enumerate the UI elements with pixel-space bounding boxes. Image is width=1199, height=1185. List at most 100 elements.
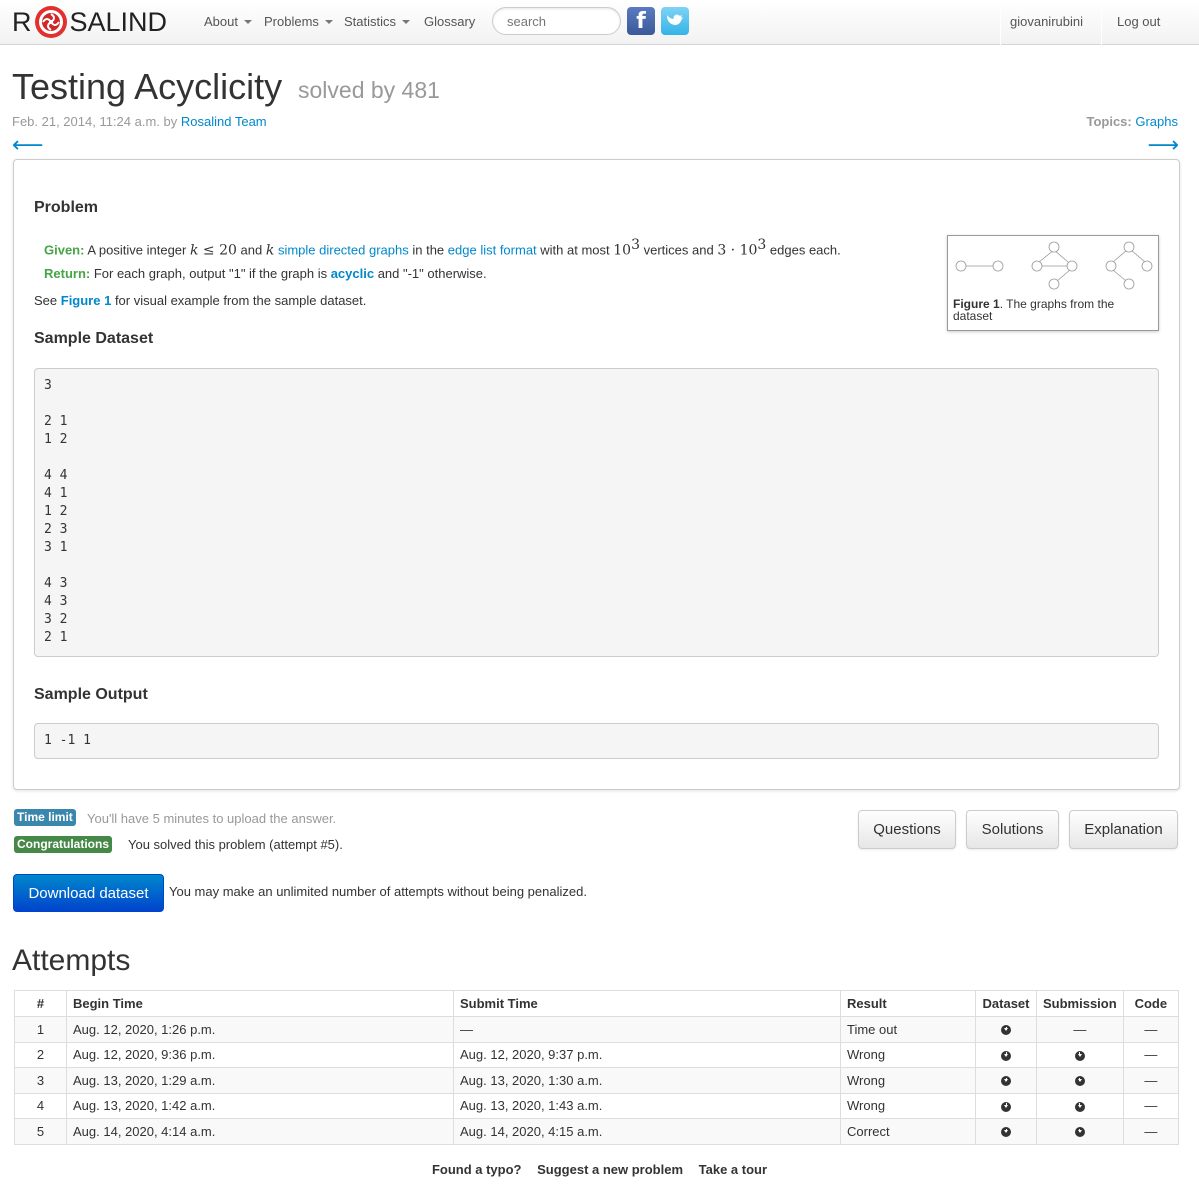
edge-list-format-link[interactable]: edge list format [448,242,537,257]
attempt-begin-time: Aug. 12, 2020, 1:26 p.m. [66,1016,454,1043]
download-dataset-button[interactable]: Download dataset [13,874,164,912]
download-circle-icon[interactable] [1074,1101,1085,1112]
nav-username[interactable]: giovanirubini [1010,14,1083,29]
attempt-result: Wrong [840,1067,976,1094]
download-circle-icon[interactable] [1001,1101,1011,1112]
download-circle-icon[interactable] [1074,1127,1085,1138]
attempt-row: 5 Aug. 14, 2020, 4:14 a.m. Aug. 14, 2020, … [14,1118,1180,1145]
return-text-2: and "-1" otherwise. [374,266,487,281]
sample-dataset-block[interactable]: 3 2 1 1 2 4 4 4 1 1 2 2 3 3 1 4 3 4 3 3 2 2 1 [34,368,1159,657]
given-math-exp: 3 [631,237,640,253]
time-limit-text: You'll have 5 minutes to upload the answ… [87,811,337,826]
download-circle-icon[interactable] [1001,1076,1011,1087]
download-circle-icon[interactable] [1001,1050,1011,1061]
attempt-submission [1036,1067,1124,1094]
return-line: Return: For each graph, output "1" if th… [44,266,487,281]
problem-heading: Problem [34,199,99,216]
nav-about[interactable]: About [204,14,252,29]
figure-1-link[interactable]: Figure 1 [61,293,112,308]
nav-glossary-label: Glossary [424,14,476,29]
congratulations-text: You solved this problem (attempt #5). [128,837,343,852]
sample-dataset-line: 3 1 [44,540,68,555]
given-text-with: with at most [536,242,614,258]
attempt-submit-time: Aug. 13, 2020, 1:30 a.m. [453,1067,841,1094]
figure-1[interactable]: Figure 1. The graphs from the dataset [947,235,1159,331]
download-circle-icon[interactable] [1074,1076,1085,1087]
simple-directed-graphs-link[interactable]: simple directed graphs [278,242,409,257]
acyclic-link[interactable]: acyclic [331,266,374,281]
attempt-dataset [975,1092,1037,1119]
rose-logo-icon [34,6,67,38]
suggest-problem-link[interactable]: Suggest a new problem [537,1162,683,1177]
twitter-icon[interactable] [661,7,689,35]
attempt-submit-time: Aug. 14, 2020, 4:15 a.m. [453,1118,841,1145]
take-tour-link[interactable]: Take a tour [699,1162,767,1177]
given-text-vertices: vertices and [639,242,718,258]
attempts-heading: Attempts [12,944,131,977]
explanation-button[interactable]: Explanation [1069,810,1178,849]
given-math-10: 10 [613,242,632,259]
attempt-result: Wrong [840,1092,976,1119]
attempt-row: 3 Aug. 13, 2020, 1:29 a.m. Aug. 13, 2020, … [14,1067,1180,1094]
attempt-code: — [1122,1016,1180,1043]
topics: Topics: Graphs [1086,114,1178,129]
given-text-in: in the [408,242,448,258]
attempt-code: — [1122,1067,1180,1094]
logout-link[interactable]: Log out [1117,14,1160,29]
download-circle-icon[interactable] [1001,1025,1011,1036]
time-limit-badge: Time limit [14,809,76,826]
topic-link-graphs[interactable]: Graphs [1135,114,1178,129]
attempt-number: 4 [14,1092,67,1119]
download-circle-icon[interactable] [1074,1050,1085,1061]
attempts-table: # Begin Time Submit Time Result Dataset … [14,990,1180,1145]
col-result: Result [840,990,976,1017]
nav-divider [1000,0,1001,45]
top-navbar: R SALIND About Problems Statistics Gloss… [0,0,1199,45]
caret-down-icon [243,20,252,24]
attempt-submission [1036,1041,1124,1068]
prev-problem-arrow-icon[interactable]: ⟵ [12,132,44,158]
nav-problems[interactable]: Problems [264,14,333,29]
nav-statistics[interactable]: Statistics [344,14,411,29]
attempt-dataset [975,1041,1037,1068]
logo-text-left: R [12,6,32,37]
given-math-k2: k [265,242,275,259]
sample-dataset-line: 1 2 [44,432,68,447]
see-text-2: for visual example from the sample datas… [111,293,367,308]
questions-button[interactable]: Questions [858,810,956,849]
attempt-dataset [975,1067,1037,1094]
found-typo-link[interactable]: Found a typo? [432,1162,522,1177]
given-math-leq: ≤ 20 [198,242,237,259]
rosalind-logo[interactable]: R SALIND [12,3,167,41]
download-note: You may make an unlimited number of atte… [169,884,587,899]
logo-text-right: SALIND [69,6,168,37]
given-line: Given: A positive integer k ≤ 20 and k s… [44,237,841,258]
col-code: Code [1122,990,1180,1017]
sample-dataset-line: 3 [44,378,52,393]
attempt-number: 1 [14,1016,67,1043]
see-figure-line: See Figure 1 for visual example from the… [34,293,366,308]
facebook-icon[interactable]: f [627,7,655,35]
col-dataset: Dataset [975,990,1037,1017]
nav-glossary[interactable]: Glossary [424,14,475,29]
attempt-submit-time: Aug. 13, 2020, 1:43 a.m. [453,1092,841,1119]
caret-down-icon [402,20,411,24]
sample-dataset-line: 2 1 [44,630,68,645]
next-problem-arrow-icon[interactable]: ⟶ [1147,132,1179,158]
author-link[interactable]: Rosalind Team [181,114,267,129]
attempt-row: 1 Aug. 12, 2020, 1:26 p.m. — Time out — — [14,1016,1180,1043]
attempt-submit-time: Aug. 12, 2020, 9:37 p.m. [453,1041,841,1068]
twitter-bird-icon [667,14,683,25]
sample-dataset-line: 3 2 [44,612,68,627]
attempt-row: 4 Aug. 13, 2020, 1:42 a.m. Aug. 13, 2020, … [14,1092,1180,1119]
download-circle-icon[interactable] [1001,1127,1011,1138]
graph-diagram-figure [955,241,1153,290]
solved-count[interactable]: solved by 481 [298,77,440,104]
sample-dataset-line: 1 2 [44,504,68,519]
problem-panel: Problem Given: A positive integer k ≤ 20… [13,159,1180,790]
given-math-3x10: 3 · 10 [717,242,758,259]
search-input[interactable] [492,7,621,35]
sample-dataset-heading: Sample Dataset [34,330,154,347]
sample-output-block[interactable]: 1 -1 1 [34,723,1159,759]
solutions-button[interactable]: Solutions [966,810,1059,849]
